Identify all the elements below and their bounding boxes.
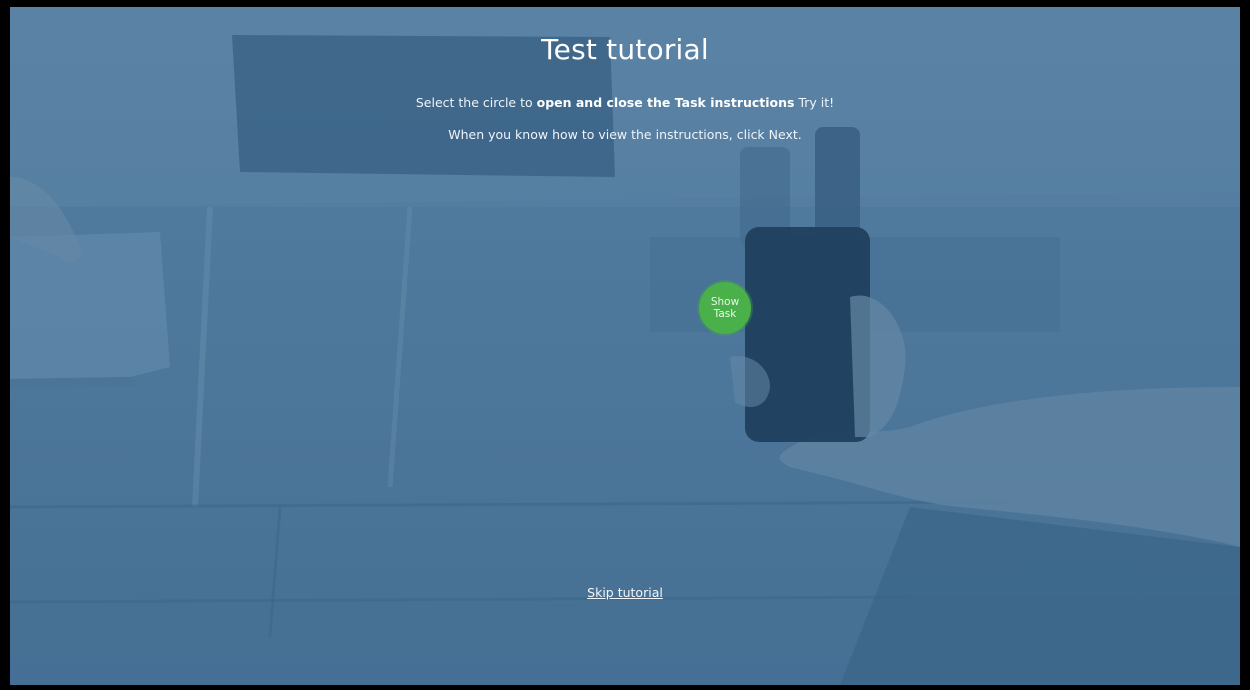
skip-tutorial-container: Skip tutorial (10, 582, 1240, 601)
show-task-label-line-1: Show (710, 296, 740, 308)
instruction-bold: open and close the Task instructions (536, 95, 795, 110)
instruction-line-2: When you know how to view the instructio… (448, 127, 802, 142)
screen-frame: Test tutorial Select the circle to open … (0, 0, 1250, 690)
instruction-line-1: Select the circle to open and close the … (10, 95, 1240, 110)
show-task-button[interactable]: Show Task (699, 282, 751, 334)
tutorial-title: Test tutorial (541, 33, 709, 66)
instruction-prefix: Select the circle to (415, 95, 537, 110)
instruction-suffix: Try it! (794, 95, 835, 110)
skip-tutorial-link[interactable]: Skip tutorial (587, 585, 663, 600)
show-task-label-line-2: Task (713, 308, 737, 320)
tutorial-stage: Test tutorial Select the circle to open … (10, 7, 1240, 685)
